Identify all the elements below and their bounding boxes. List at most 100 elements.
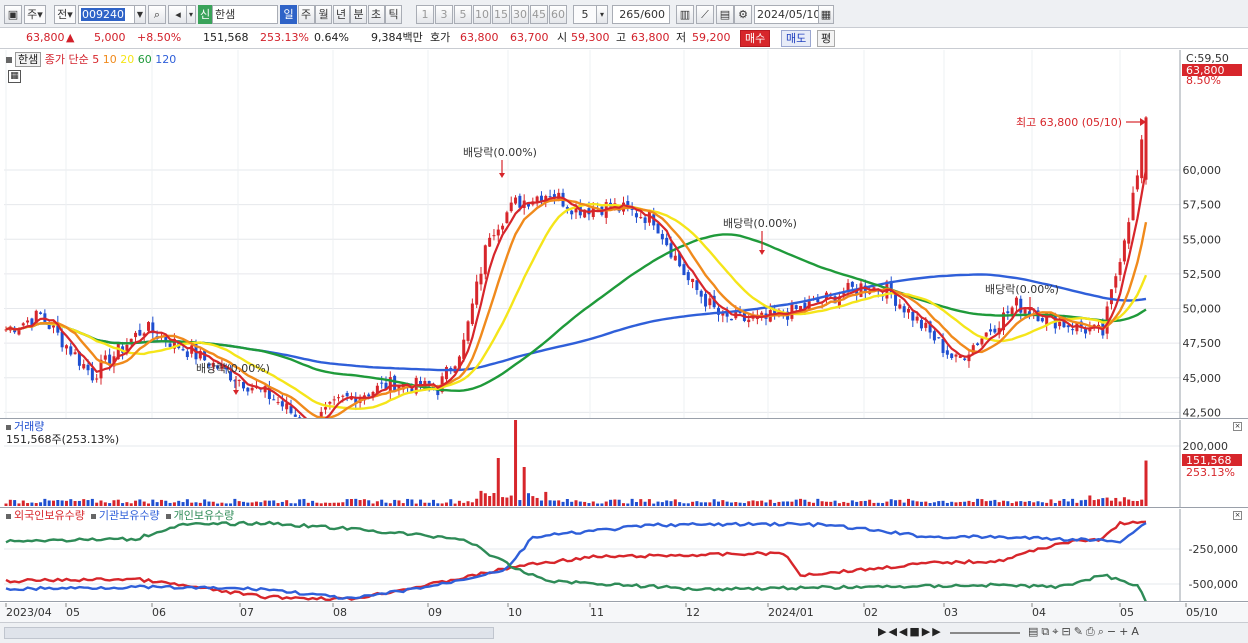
window-menu-icon[interactable]: ▣ xyxy=(4,5,22,24)
stop-icon[interactable]: ■ xyxy=(909,625,921,638)
candle-body xyxy=(660,233,664,240)
volume-bar xyxy=(786,501,790,506)
speaker-icon[interactable]: ◂ xyxy=(168,5,188,24)
playback-controls: ▶◀◀■▶▶ xyxy=(878,625,943,638)
rewind-icon[interactable]: ◀◀ xyxy=(888,625,909,638)
plus-icon[interactable]: + xyxy=(1119,625,1131,638)
minute-tab-60[interactable]: 60 xyxy=(549,5,567,24)
candle-body xyxy=(976,343,980,345)
play-icon[interactable]: ▶ xyxy=(878,625,888,638)
volume-bar xyxy=(147,503,150,506)
holdings-legend: 외국인보유수량 기관보유수량 개인보유수량 xyxy=(6,509,234,522)
copy-icon[interactable]: ⧉ xyxy=(1041,625,1052,638)
candle-body xyxy=(168,343,172,347)
volume-bar xyxy=(790,501,794,506)
volume-close-icon[interactable]: × xyxy=(1233,422,1242,431)
period-tab-6[interactable]: 틱 xyxy=(385,5,402,24)
code-dropdown-icon[interactable]: ▼ xyxy=(134,5,146,24)
buy-button[interactable]: 매수 xyxy=(740,30,771,47)
candle-body xyxy=(138,329,142,336)
save-icon[interactable]: ▤ xyxy=(716,5,734,24)
minute-tab-30[interactable]: 30 xyxy=(511,5,529,24)
layout-icon[interactable]: ▤ xyxy=(1028,625,1041,638)
chart-type-icon[interactable]: ⟋ xyxy=(696,5,714,24)
period-tab-3[interactable]: 년 xyxy=(332,5,350,24)
period-tab-4[interactable]: 분 xyxy=(350,5,367,24)
volume-bar xyxy=(332,502,336,506)
volume-bar xyxy=(1049,499,1053,506)
candle-body xyxy=(285,403,289,410)
minute-tab-10[interactable]: 10 xyxy=(473,5,491,24)
volume-bar xyxy=(375,501,379,506)
volume-bar xyxy=(634,502,638,506)
period-tab-5[interactable]: 초 xyxy=(367,5,385,24)
volume-bar xyxy=(1071,498,1075,506)
volume-bar xyxy=(328,502,332,506)
period-tab-2[interactable]: 월 xyxy=(315,5,332,24)
minute-tab-15[interactable]: 15 xyxy=(492,5,510,24)
volume-bar xyxy=(881,503,885,506)
minute-tab-45[interactable]: 45 xyxy=(530,5,548,24)
volume-bar xyxy=(613,499,617,506)
eval-button[interactable]: 평 xyxy=(817,30,836,47)
candle-body xyxy=(656,223,660,234)
font-size-icon[interactable]: A xyxy=(1131,625,1142,638)
stock-name-field[interactable]: 한샘 xyxy=(212,5,278,24)
volume-bar xyxy=(436,503,440,506)
speaker-dropdown-icon[interactable]: ▾ xyxy=(186,5,196,24)
period-tab-1[interactable]: 주 xyxy=(297,5,315,24)
draw-icon[interactable]: ✎ xyxy=(1074,625,1086,638)
gear-icon[interactable]: ⚙ xyxy=(734,5,752,24)
volume-bar xyxy=(432,499,435,506)
toolbar: ▣ 주▾ 전▾ 009240 ▼ ⌕ ◂ ▾ 신 한샘 일주월년분초틱 1351… xyxy=(0,0,1248,28)
volume-bar xyxy=(855,501,859,506)
minute-tab-1[interactable]: 1 xyxy=(416,5,434,24)
volume-bar xyxy=(43,498,47,506)
holdings-chart[interactable]: -250,000 -500,000 xyxy=(0,509,1248,603)
volume-bar xyxy=(665,500,669,506)
volume-bar xyxy=(501,497,505,506)
calendar-icon[interactable]: ▦ xyxy=(818,5,834,24)
candle-body xyxy=(337,397,340,399)
print-icon[interactable]: ⎙ xyxy=(1086,625,1098,638)
zoom-slider[interactable] xyxy=(950,632,1020,634)
candle-body xyxy=(69,346,73,355)
volume-chart[interactable]: 200,000151,568253.13% xyxy=(0,419,1248,507)
candle-icon[interactable]: ▥ xyxy=(676,5,694,24)
candle-body xyxy=(272,399,276,401)
count-dropdown-icon[interactable]: ▾ xyxy=(596,5,608,24)
volume-bar xyxy=(367,500,371,506)
candle-body xyxy=(907,308,910,313)
minute-tab-3[interactable]: 3 xyxy=(435,5,453,24)
volume-bar xyxy=(924,501,928,506)
market-select[interactable]: 주▾ xyxy=(24,5,46,24)
holdings-close-icon[interactable]: × xyxy=(1233,511,1242,520)
candle-body xyxy=(514,197,518,204)
period-tab-0[interactable]: 일 xyxy=(280,5,297,24)
ruler-icon[interactable]: ⊟ xyxy=(1061,625,1073,638)
time-axis: 2023/04 05 06 07 08 09 10 11 12 2024/01 02 03 04 05 05… xyxy=(0,603,1248,622)
candle-body xyxy=(90,367,94,381)
horizontal-scrollbar[interactable] xyxy=(4,627,494,639)
fastforward-icon[interactable]: ▶▶ xyxy=(922,625,943,638)
candle-body xyxy=(509,202,513,212)
search-icon[interactable]: ⌕ xyxy=(148,5,166,24)
count-select[interactable]: 5 xyxy=(573,5,597,24)
grid-toggle-icon[interactable]: ▦ xyxy=(8,70,21,83)
volume-bar xyxy=(99,500,103,506)
ma-line-5 xyxy=(5,169,1148,427)
volume-bar xyxy=(678,502,682,506)
volume-bar xyxy=(64,500,68,506)
price-chart[interactable]: 60,000 57,500 55,000 52,500 50,000 47,500 45,0… xyxy=(0,50,1248,454)
zoom-icon[interactable]: ⌕ xyxy=(1098,625,1107,638)
date-field[interactable]: 2024/05/10 xyxy=(754,5,820,24)
minute-tab-5[interactable]: 5 xyxy=(454,5,472,24)
volume-bar xyxy=(967,500,971,506)
minus-icon[interactable]: − xyxy=(1107,625,1119,638)
prev-select[interactable]: 전▾ xyxy=(54,5,76,24)
sell-button[interactable]: 매도 xyxy=(781,30,812,47)
holdings-legend-1: 기관보유수량 xyxy=(98,509,160,522)
time-tick-label: 04 xyxy=(1032,606,1046,619)
candle-body xyxy=(276,402,280,404)
count-field[interactable]: 265/600 xyxy=(612,5,670,24)
